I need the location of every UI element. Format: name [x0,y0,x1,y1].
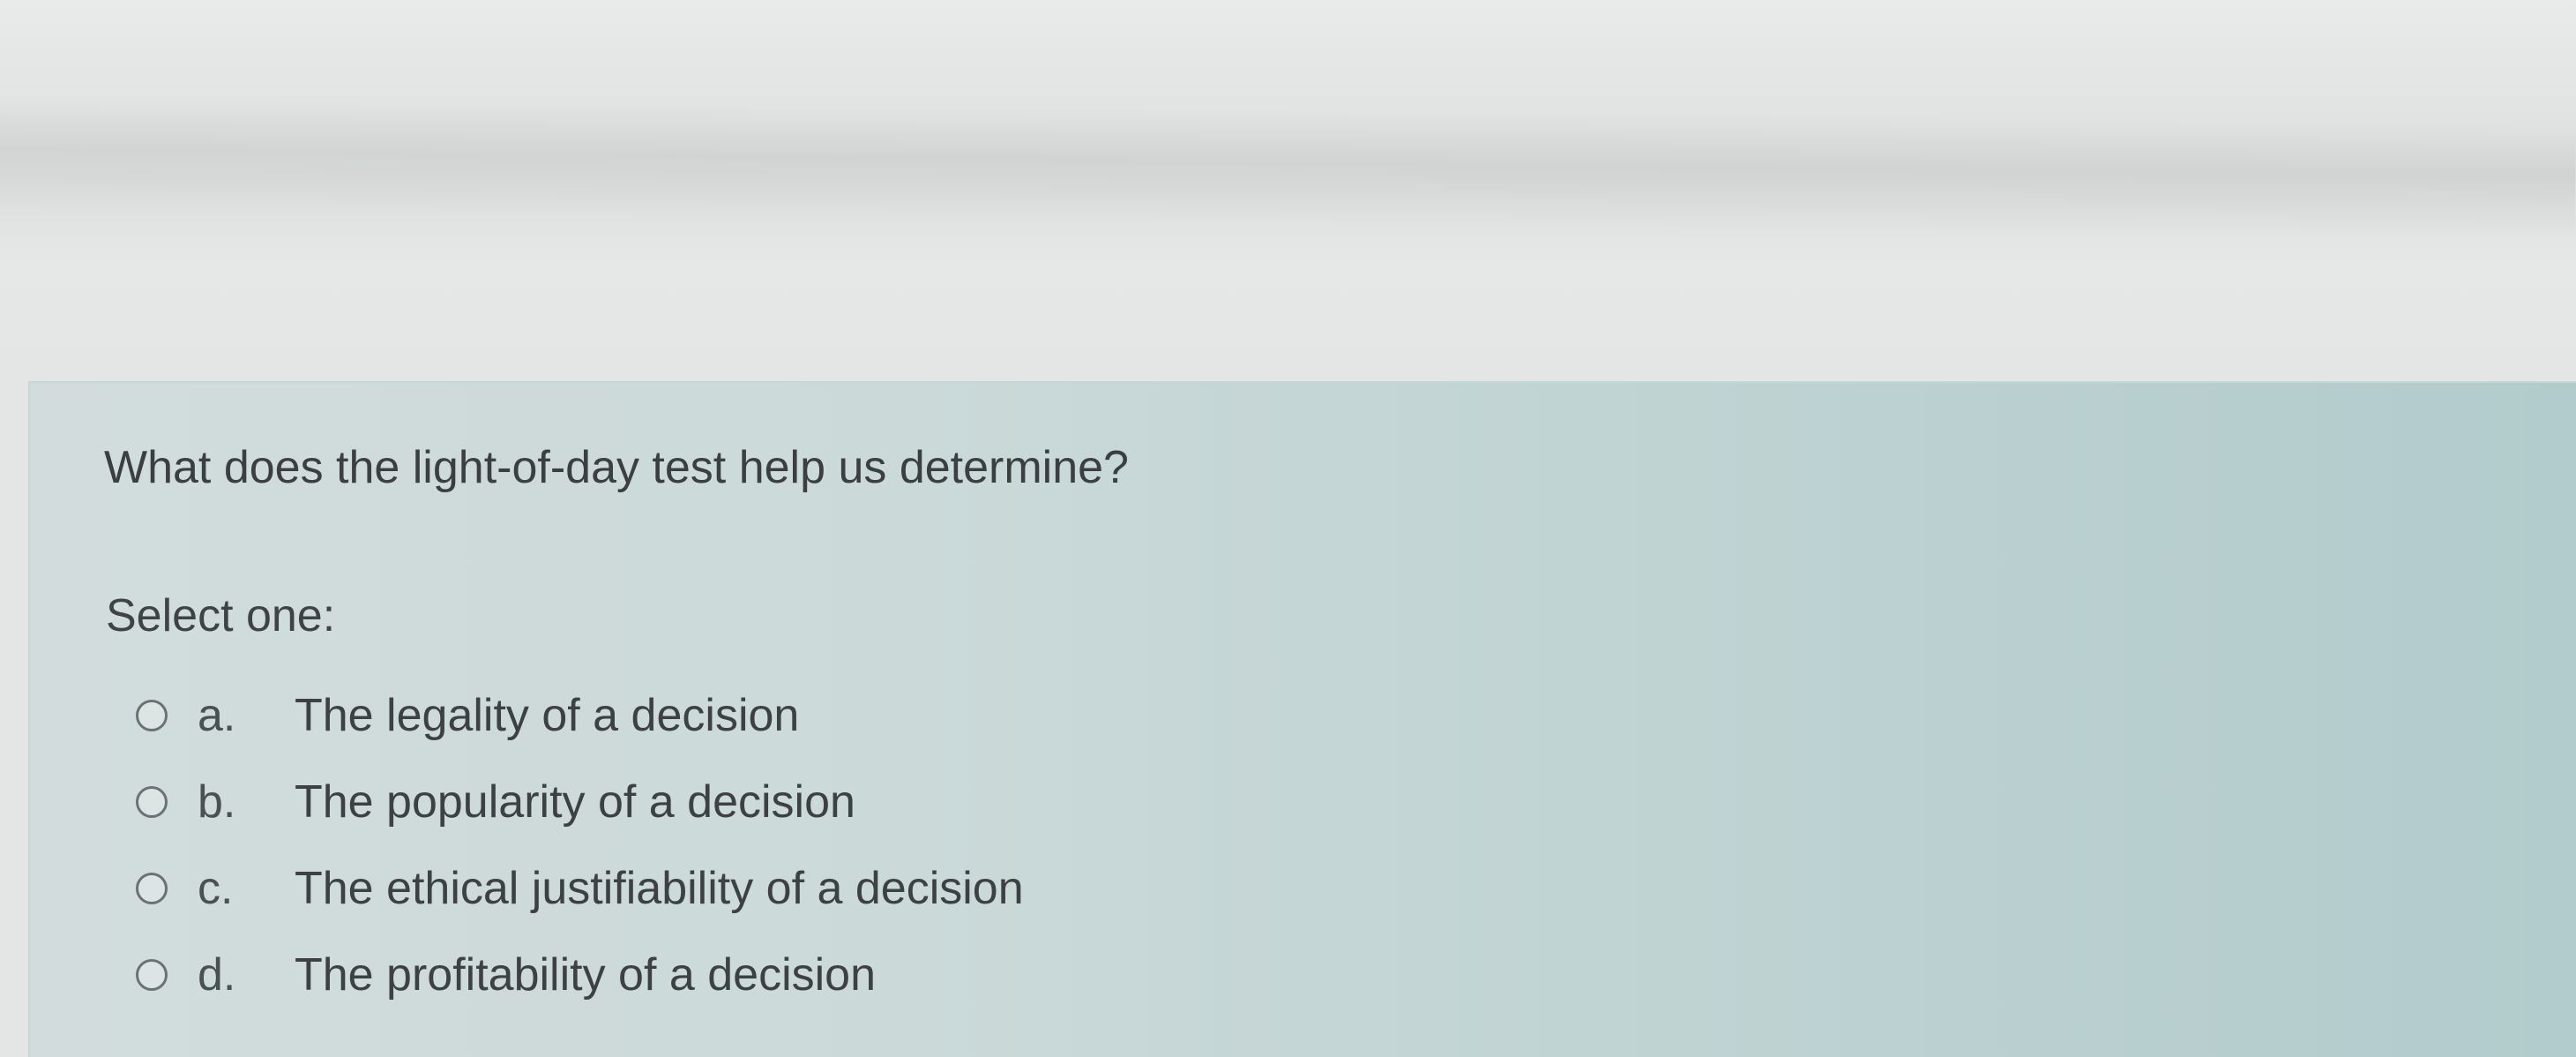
option-letter-b: b. [198,776,236,828]
question-panel: What does the light-of-day test help us … [28,381,2576,1057]
answer-options: a. The legality of a decision b. The pop… [136,672,1024,1018]
radio-button-c[interactable] [136,873,168,904]
option-letter-d: d. [198,949,236,1001]
answer-option-a[interactable]: a. The legality of a decision [136,672,1024,759]
select-one-prompt: Select one: [106,590,336,641]
option-letter-a: a. [198,690,236,741]
answer-option-c[interactable]: c. The ethical justifiability of a decis… [136,845,1024,932]
radio-button-a[interactable] [136,700,168,731]
answer-option-b[interactable]: b. The popularity of a decision [136,759,1024,845]
option-text-c[interactable]: The ethical justifiability of a decision [295,862,1024,915]
question-text: What does the light-of-day test help us … [104,442,1129,493]
answer-option-d[interactable]: d. The profitability of a decision [136,932,1024,1018]
background-band [0,97,2576,239]
radio-button-b[interactable] [136,786,168,818]
option-text-d[interactable]: The profitability of a decision [295,948,876,1001]
radio-button-d[interactable] [136,959,168,991]
option-text-b[interactable]: The popularity of a decision [295,776,855,828]
option-letter-c: c. [198,863,234,914]
option-text-a[interactable]: The legality of a decision [295,689,799,742]
